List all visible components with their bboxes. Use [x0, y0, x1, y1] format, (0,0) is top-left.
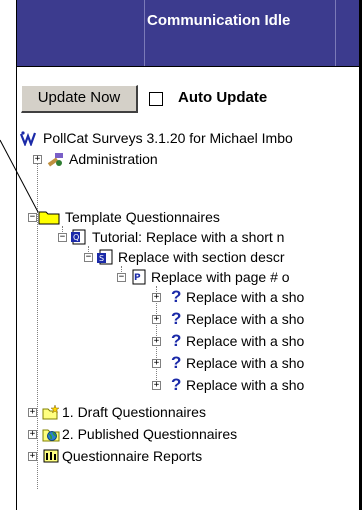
section-icon: S: [97, 249, 113, 265]
tree-item-label: Replace with a sho: [186, 311, 305, 327]
tree-item-label: Replace with a sho: [186, 355, 305, 371]
tree-item-label: Template Questionnaires: [65, 209, 220, 225]
expand-toggle[interactable]: +: [28, 408, 37, 417]
divider: [17, 66, 359, 67]
auto-update-label: Auto Update: [178, 89, 268, 106]
tree-item-label: Tutorial: Replace with a short n: [92, 229, 285, 245]
tree-item-label: Replace with a sho: [186, 289, 305, 305]
tree-item-label: Administration: [69, 151, 158, 167]
annotation-pointer: [0, 139, 39, 213]
svg-text:S: S: [99, 254, 104, 263]
new-folder-icon: [42, 404, 60, 420]
tree-item-label: 1. Draft Questionnaires: [62, 404, 206, 420]
question-icon: ?: [171, 331, 182, 350]
expand-toggle[interactable]: +: [152, 315, 161, 324]
expand-toggle[interactable]: +: [152, 293, 161, 302]
tree-item-label: Questionnaire Reports: [62, 448, 203, 464]
tree-item-label: Replace with a sho: [186, 333, 305, 349]
auto-update-checkbox[interactable]: [149, 92, 163, 106]
status-header: Communication Idle: [17, 0, 359, 66]
question-icon: ?: [171, 375, 182, 394]
expand-toggle[interactable]: +: [28, 430, 37, 439]
collapse-toggle[interactable]: −: [117, 273, 126, 282]
svg-text:Q: Q: [73, 233, 79, 242]
expand-toggle[interactable]: +: [152, 337, 161, 346]
status-title: Communication Idle: [147, 12, 291, 29]
collapse-toggle[interactable]: −: [58, 233, 67, 242]
expand-toggle[interactable]: +: [28, 452, 37, 461]
svg-text:P: P: [134, 273, 141, 283]
question-icon: ?: [171, 309, 182, 328]
tree-item-label: 2. Published Questionnaires: [62, 426, 238, 442]
app-window: Communication Idle Update Now Auto Updat…: [0, 0, 362, 510]
header-divider: [144, 0, 145, 66]
tree-item-label: Replace with a sho: [186, 377, 305, 393]
expand-toggle[interactable]: +: [152, 381, 161, 390]
expand-toggle[interactable]: +: [152, 359, 161, 368]
collapse-toggle[interactable]: −: [84, 253, 93, 262]
tree-root-label: PollCat Surveys 3.1.20 for Michael Imbo: [43, 130, 293, 146]
question-icon: ?: [171, 287, 182, 306]
tree-item-label: Replace with page # o: [151, 269, 290, 285]
question-icon: ?: [171, 353, 182, 372]
tree-item-label: Replace with section descr: [118, 249, 285, 265]
header-divider: [335, 0, 336, 66]
questionnaire-icon: Q: [71, 229, 86, 245]
globe-folder-icon: [42, 429, 60, 442]
page-icon: P: [132, 269, 146, 285]
reports-icon: [43, 449, 59, 463]
